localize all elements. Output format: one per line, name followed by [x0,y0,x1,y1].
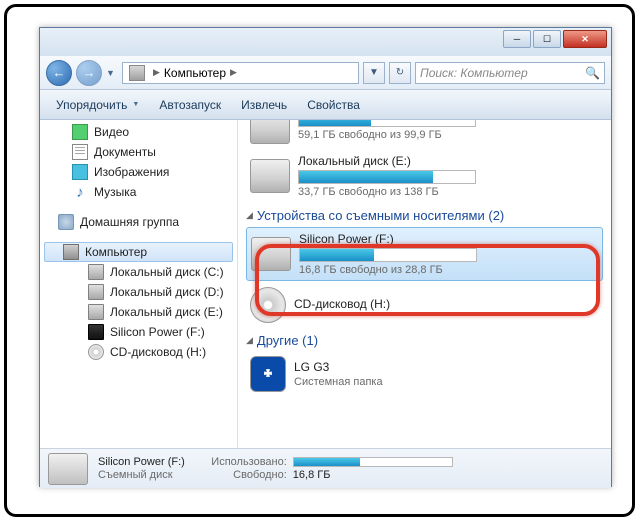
hdd-icon [250,120,290,144]
search-input[interactable]: Поиск: Компьютер 🔍 [415,62,605,84]
nav-bar: ← → ▼ ▶ Компьютер ▶ ▼ ↻ Поиск: Компьютер… [40,56,611,90]
explorer-window: ─ ☐ ✕ ← → ▼ ▶ Компьютер ▶ ▼ ↻ Поиск: Ком… [39,27,612,487]
breadcrumb-location[interactable]: Компьютер [164,66,226,80]
refresh-button[interactable]: ↻ [389,62,411,84]
drive-e[interactable]: Локальный диск (E:) 33,7 ГБ свободно из … [246,150,603,202]
sidebar-item-images[interactable]: Изображения [40,162,237,182]
homegroup-icon [58,214,74,230]
image-icon [72,164,88,180]
sidebar: Видео Документы Изображения ♪Музыка Дома… [40,120,238,448]
sidebar-item-disk-d[interactable]: Локальный диск (D:) [40,282,237,302]
drive-h[interactable]: CD-дисковод (H:) [246,283,603,327]
drive-d[interactable]: 59,1 ГБ свободно из 99,9 ГБ [246,120,603,148]
organize-button[interactable]: Упорядочить▼ [48,95,147,115]
usage-bar [298,120,476,127]
drive-f-selected[interactable]: Silicon Power (F:) 16,8 ГБ свободно из 2… [246,227,603,281]
sidebar-item-disk-f[interactable]: Silicon Power (F:) [40,322,237,342]
titlebar: ─ ☐ ✕ [40,28,611,56]
address-dropdown[interactable]: ▼ [363,62,385,84]
disk-icon [88,304,104,320]
sidebar-item-documents[interactable]: Документы [40,142,237,162]
usb-drive-icon [251,237,291,271]
video-icon [72,124,88,140]
drive-free-text: 16,8 ГБ свободно из 28,8 ГБ [299,264,598,276]
usb-drive-icon [48,453,88,485]
sidebar-item-disk-c[interactable]: Локальный диск (C:) [40,262,237,282]
category-removable[interactable]: ◢Устройства со съемными носителями (2) [246,208,603,223]
cd-drive-icon [250,287,286,323]
drive-name: Локальный диск (E:) [298,154,599,168]
sidebar-item-homegroup[interactable]: Домашняя группа [40,212,237,232]
disk-icon [88,264,104,280]
sidebar-item-computer[interactable]: Компьютер [44,242,233,262]
drive-free-text: 33,7 ГБ свободно из 138 ГБ [298,186,599,198]
sidebar-item-music[interactable]: ♪Музыка [40,182,237,202]
disk-icon [88,284,104,300]
status-free-label: Свободно: [195,469,287,481]
body: Видео Документы Изображения ♪Музыка Дома… [40,120,611,448]
status-usage-bar [293,457,453,467]
collapse-icon: ◢ [246,210,253,221]
search-icon[interactable]: 🔍 [585,66,600,80]
status-used-label: Использовано: [195,456,287,468]
device-name: LG G3 [294,360,599,374]
breadcrumb-sep-icon[interactable]: ▶ [230,67,237,78]
computer-icon [129,65,145,81]
content-pane: 59,1 ГБ свободно из 99,9 ГБ Локальный ди… [238,120,611,448]
maximize-button[interactable]: ☐ [533,30,561,48]
sidebar-item-video[interactable]: Видео [40,122,237,142]
forward-button[interactable]: → [76,60,102,86]
autorun-button[interactable]: Автозапуск [151,95,229,115]
category-other[interactable]: ◢Другие (1) [246,333,603,348]
sidebar-item-disk-h[interactable]: CD-дисковод (H:) [40,342,237,362]
device-sub: Системная папка [294,376,599,388]
device-lg-g3[interactable]: ᛭ LG G3 Системная папка [246,352,603,396]
status-type: Съемный диск [98,469,185,481]
document-icon [72,144,88,160]
usage-bar [299,248,477,262]
music-icon: ♪ [72,184,88,200]
hdd-icon [250,159,290,193]
minimize-button[interactable]: ─ [503,30,531,48]
toolbar: Упорядочить▼ Автозапуск Извлечь Свойства [40,90,611,120]
computer-icon [63,244,79,260]
drive-name: Silicon Power (F:) [299,232,598,246]
usage-bar [298,170,476,184]
address-bar[interactable]: ▶ Компьютер ▶ [122,62,359,84]
sidebar-item-disk-e[interactable]: Локальный диск (E:) [40,302,237,322]
bluetooth-icon: ᛭ [250,356,286,392]
usb-icon [88,324,104,340]
status-bar: Silicon Power (F:) Съемный диск Использо… [40,448,611,488]
search-placeholder: Поиск: Компьютер [420,66,528,80]
eject-button[interactable]: Извлечь [233,95,295,115]
status-name: Silicon Power (F:) [98,456,185,468]
drive-name: CD-дисковод (H:) [294,297,599,311]
breadcrumb-sep-icon: ▶ [153,67,160,78]
cd-icon [88,344,104,360]
close-button[interactable]: ✕ [563,30,607,48]
history-dropdown[interactable]: ▼ [106,68,118,78]
drive-free-text: 59,1 ГБ свободно из 99,9 ГБ [298,129,599,141]
properties-button[interactable]: Свойства [299,95,368,115]
back-button[interactable]: ← [46,60,72,86]
collapse-icon: ◢ [246,335,253,346]
status-free-value: 16,8 ГБ [293,469,331,481]
